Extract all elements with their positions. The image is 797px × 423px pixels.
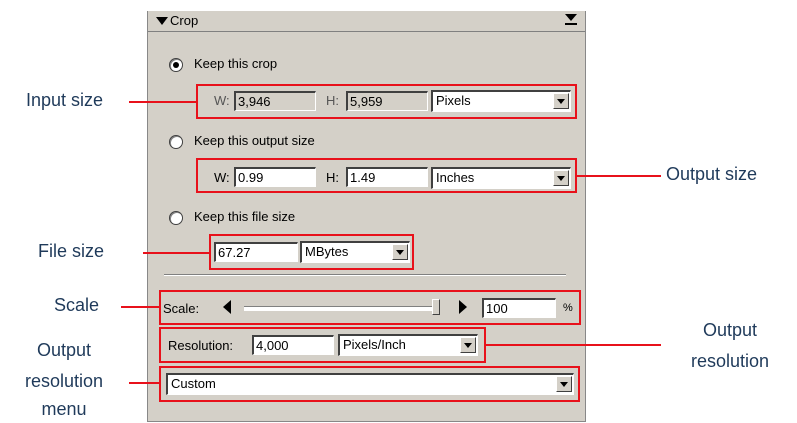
- file-size-leader: [143, 252, 209, 254]
- callout-input-size: Input size: [26, 90, 104, 110]
- output-resolution-leader: [486, 344, 661, 346]
- panel-menu-icon[interactable]: [565, 14, 577, 26]
- input-size-leader: [129, 101, 196, 103]
- keep-output-radio[interactable]: [169, 135, 183, 149]
- file-size-highlight: [209, 234, 414, 270]
- resolution-highlight: [159, 327, 486, 363]
- callout-output-size: Output size: [666, 164, 758, 184]
- crop-panel-header[interactable]: Crop: [148, 11, 585, 32]
- resolution-menu-highlight: [159, 366, 580, 402]
- callout-resolution-menu-line3: menu: [41, 399, 87, 419]
- callout-resolution-menu-line2: resolution: [24, 371, 104, 391]
- keep-file-size-radio[interactable]: [169, 211, 183, 225]
- callout-output-resolution-line1: Output: [702, 320, 758, 340]
- callout-file-size: File size: [38, 241, 105, 261]
- panel-title: Crop: [170, 13, 199, 28]
- callout-scale: Scale: [54, 295, 100, 315]
- callout-output-resolution-line2: resolution: [690, 351, 770, 371]
- keep-crop-radio[interactable]: [169, 58, 183, 72]
- collapse-triangle-icon[interactable]: [156, 17, 168, 25]
- scale-leader: [121, 306, 159, 308]
- callout-resolution-menu-line1: Output: [36, 340, 92, 360]
- keep-crop-label: Keep this crop: [194, 56, 278, 71]
- divider: [164, 274, 566, 276]
- resolution-menu-leader: [129, 382, 159, 384]
- output-size-leader: [577, 175, 661, 177]
- input-size-highlight: [196, 84, 577, 119]
- keep-output-label: Keep this output size: [194, 133, 315, 148]
- keep-file-size-label: Keep this file size: [194, 209, 296, 224]
- scale-highlight: [159, 290, 581, 325]
- output-size-highlight: [196, 158, 577, 193]
